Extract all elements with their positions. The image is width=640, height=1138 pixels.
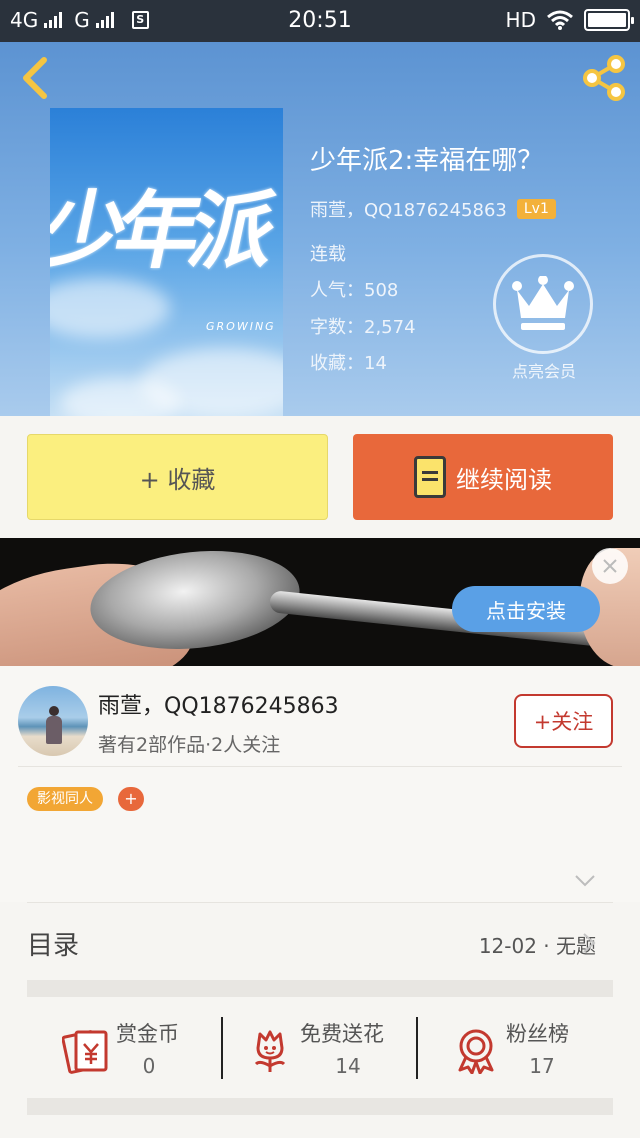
vip-button[interactable]: 点亮会员 [493, 254, 595, 382]
ad-close-button[interactable] [592, 548, 628, 584]
book-title: 少年派2:幸福在哪？ [310, 146, 544, 176]
reward-coins-count: 0 [142, 1054, 156, 1078]
status-bar: 4G G S 20:51 HD [0, 0, 640, 42]
word-count: 字数：2,574 [310, 317, 416, 338]
ad-install-button[interactable]: 点击安装 [452, 586, 600, 632]
fan-ranking-label: 粉丝榜 [506, 1022, 569, 1046]
catalog-title[interactable]: 目录 [27, 925, 79, 962]
fan-ranking-button[interactable]: 粉丝榜 17 [452, 1018, 582, 1082]
author-info: 著有2部作品·2人关注 [98, 734, 281, 756]
book-header: 少年派 GROWING 少年派2:幸福在哪？ 雨萱，QQ1876245863 L… [0, 42, 640, 416]
serial-status: 连载 [310, 244, 346, 265]
collect-button[interactable]: + 收藏 [27, 434, 328, 520]
send-flowers-button[interactable]: 免费送花 14 [246, 1018, 406, 1082]
ad-banner[interactable]: 点击安装 [0, 538, 640, 666]
action-bar: + 收藏 继续阅读 [0, 416, 640, 538]
book-author-line: 雨萱，QQ1876245863 Lv1 [310, 196, 556, 222]
divider [18, 766, 622, 767]
avatar[interactable] [18, 686, 88, 756]
flower-icon [254, 1030, 286, 1072]
divider [221, 1017, 223, 1079]
continue-reading-button[interactable]: 继续阅读 [353, 434, 613, 520]
red-envelope-yen-icon [62, 1030, 108, 1074]
section-separator [27, 980, 613, 997]
divider [27, 902, 613, 903]
book-icon [414, 456, 446, 498]
chevron-right-icon[interactable] [582, 932, 596, 954]
reward-coins-button[interactable]: 赏金币 0 [62, 1018, 192, 1082]
medal-icon [458, 1029, 494, 1074]
send-flowers-label: 免费送花 [300, 1022, 384, 1046]
vip-label: 点亮会员 [511, 362, 576, 381]
wifi-icon [547, 10, 573, 30]
crown-icon [512, 276, 574, 330]
level-badge: Lv1 [516, 199, 556, 219]
cover-title: 少年派 [50, 181, 276, 280]
continue-reading-label: 继续阅读 [456, 465, 552, 494]
reward-coins-label: 赏金币 [116, 1022, 179, 1046]
back-icon[interactable] [16, 56, 56, 100]
share-icon[interactable] [580, 54, 628, 102]
genre-tag[interactable]: 影视同人 [27, 787, 103, 811]
divider [416, 1017, 418, 1079]
battery-icon [584, 9, 634, 31]
fan-ranking-count: 17 [529, 1054, 555, 1078]
popularity: 人气：508 [310, 280, 399, 301]
author-card: 雨萱，QQ1876245863 著有2部作品·2人关注 +关注 影视同人 + [0, 666, 640, 902]
follow-button[interactable]: +关注 [514, 694, 613, 748]
hd-label: HD [505, 8, 536, 32]
add-tag-button[interactable]: + [118, 787, 144, 811]
latest-chapter[interactable]: 12-02 · 无题 [479, 930, 596, 959]
section-separator [27, 1098, 613, 1115]
book-cover[interactable]: 少年派 GROWING [50, 108, 283, 416]
book-author: 雨萱，QQ1876245863 [310, 200, 507, 221]
author-name[interactable]: 雨萱，QQ1876245863 [98, 688, 339, 720]
favorites-count: 收藏：14 [310, 353, 387, 374]
cover-subtitle: GROWING [206, 320, 276, 333]
chevron-down-icon[interactable] [574, 874, 596, 888]
close-icon [603, 559, 617, 573]
send-flowers-count: 14 [335, 1054, 361, 1078]
